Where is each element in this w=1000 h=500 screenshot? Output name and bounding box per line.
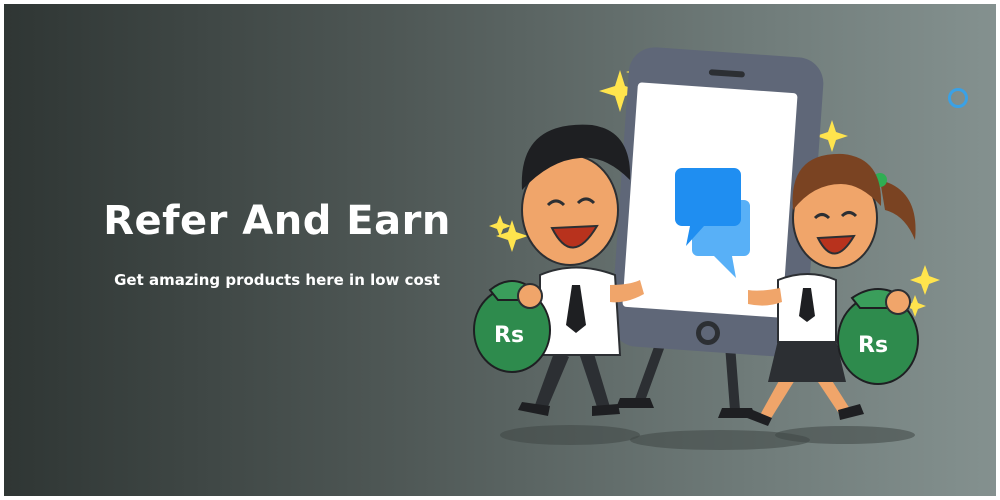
banner-subtitle: Get amazing products here in low cost <box>114 271 440 289</box>
shadow-right <box>775 426 915 444</box>
boy-shoe <box>592 404 620 416</box>
phone-shoe-left <box>616 398 654 408</box>
shadow-left <box>500 425 640 445</box>
girl-skirt <box>768 340 846 382</box>
girl-ponytail <box>880 180 916 240</box>
left-bag-label: Rs <box>494 323 524 348</box>
boy-hand <box>517 283 543 309</box>
right-bag-label: Rs <box>858 333 888 358</box>
girl-hand <box>885 289 911 315</box>
banner-title: Refer And Earn <box>103 198 451 244</box>
sparkle-icon <box>816 120 848 152</box>
phone-legs <box>635 340 740 415</box>
sparkle-icon <box>910 265 940 295</box>
refer-illustration: Rs Rs <box>473 47 940 450</box>
